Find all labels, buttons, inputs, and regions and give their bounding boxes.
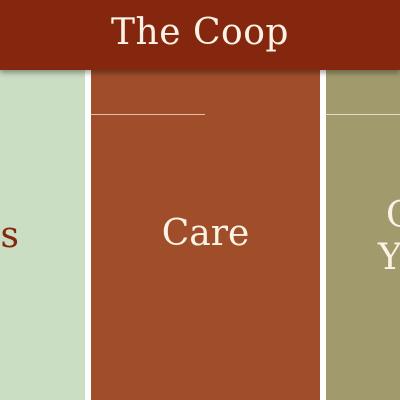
panel-divider-line <box>326 114 400 115</box>
panel-card-care-label: Care <box>161 213 250 254</box>
panel-card-left-label: ls <box>0 215 19 256</box>
panel-card-care[interactable]: Care <box>91 70 320 400</box>
panel-card-right-label-line1: C <box>386 195 400 236</box>
panel-card-right-label-line2: Yo <box>378 237 400 278</box>
panel-card-left[interactable]: ls <box>0 70 85 400</box>
panel-card-right[interactable]: C Yo <box>326 70 400 400</box>
site-header: The Coop <box>0 0 400 70</box>
site-title[interactable]: The Coop <box>111 15 289 51</box>
page-viewport: The Coop ls Care C Yo <box>0 0 400 400</box>
panel-divider-line <box>91 114 205 115</box>
